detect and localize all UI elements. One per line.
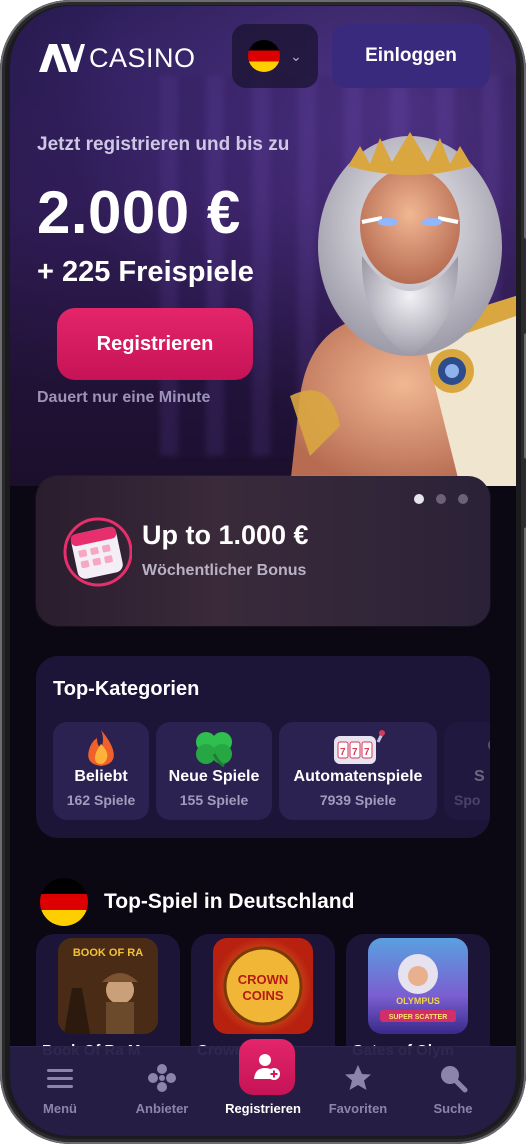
nav-label: Registrieren [225, 1101, 301, 1116]
nav-label: Suche [433, 1101, 473, 1116]
book-of-ra-artwork: BOOK OF RA [58, 938, 158, 1034]
hero-note: Dauert nur eine Minute [37, 389, 211, 406]
carousel-dot[interactable] [414, 494, 424, 504]
svg-text:7: 7 [352, 747, 358, 758]
category-name: Neue Spiele [168, 768, 260, 785]
nav-favorites[interactable]: Favoriten [308, 1047, 408, 1136]
top-categories-title: Top-Kategorien [53, 678, 200, 700]
logo-mark-icon [39, 44, 85, 72]
svg-text:7: 7 [340, 747, 346, 758]
promo-title: Up to 1.000 € [142, 520, 309, 550]
hero-subtitle: Jetzt registrieren und bis zu [37, 134, 290, 155]
slot-machine-icon: 7 7 7 [334, 730, 385, 764]
category-name: Beliebt [74, 768, 128, 785]
carousel-dot[interactable] [458, 494, 468, 504]
category-name: S [474, 768, 485, 785]
add-user-icon [254, 1054, 280, 1080]
nav-menu[interactable]: Menü [10, 1047, 110, 1136]
category-neue-spiele[interactable]: Neue Spiele 155 Spiele [156, 722, 272, 820]
search-icon [441, 1066, 468, 1093]
top-categories-panel: Top-Kategorien Beliebt 162 Spiele Neue S… [36, 656, 490, 838]
nav-register[interactable]: Registrieren [213, 1039, 313, 1136]
promo-card[interactable]: Up to 1.000 € Wöchentlicher Bonus [36, 476, 490, 626]
providers-icon [148, 1064, 176, 1092]
app-screen: CASINO ⌄ Einloggen Jetzt registrieren un… [10, 6, 516, 1136]
nav-label: Anbieter [135, 1101, 189, 1116]
svg-text:COINS: COINS [242, 988, 284, 1003]
category-automatenspiele[interactable]: 7 7 7 Automatenspiele 7939 Spiele [279, 722, 437, 820]
casino-logo[interactable]: CASINO [37, 42, 196, 74]
language-selector[interactable]: ⌄ [232, 24, 318, 88]
nav-providers[interactable]: Anbieter [112, 1047, 212, 1136]
top-games-title: Top-Spiel in Deutschland [104, 890, 355, 913]
login-button[interactable]: Einloggen [332, 24, 490, 88]
category-beliebt[interactable]: Beliebt 162 Spiele [53, 722, 149, 820]
power-button [522, 458, 526, 528]
germany-flag-icon [40, 878, 88, 926]
nav-label: Menü [43, 1101, 77, 1116]
hero-free-spins: + 225 Freispiele [37, 256, 254, 288]
svg-text:CROWN: CROWN [238, 972, 289, 987]
promo-subtitle: Wöchentlicher Bonus [142, 562, 307, 579]
category-name: Automatenspiele [293, 768, 423, 785]
carousel-dot[interactable] [436, 494, 446, 504]
nav-label: Favoriten [328, 1101, 388, 1116]
category-count: 162 Spiele [66, 792, 136, 808]
bottom-navigation: Menü Anbieter Registrieren Favoriten Suc… [10, 1039, 516, 1136]
volume-button [522, 238, 526, 334]
star-icon [345, 1065, 371, 1090]
top-bar: CASINO ⌄ Einloggen [10, 6, 516, 102]
nav-search[interactable]: Suche [403, 1047, 503, 1136]
carousel-dots [414, 494, 468, 504]
zeus-illustration [290, 132, 516, 486]
phone-frame: CASINO ⌄ Einloggen Jetzt registrieren un… [0, 0, 526, 1144]
clover-icon [196, 732, 232, 768]
svg-text:SUPER SCATTER: SUPER SCATTER [389, 1014, 448, 1021]
germany-flag-icon [248, 40, 281, 72]
category-count: Spo [454, 792, 481, 808]
svg-text:BOOK OF RA: BOOK OF RA [73, 947, 143, 959]
game-thumbnail: BOOK OF RA [58, 938, 158, 1034]
chevron-down-icon: ⌄ [290, 47, 302, 64]
menu-icon [47, 1069, 73, 1088]
sport-icon: ● [486, 728, 490, 768]
gates-of-olympus-artwork: OLYMPUS SUPER SCATTER [380, 954, 456, 1022]
svg-text:OLYMPUS: OLYMPUS [396, 996, 440, 1006]
svg-text:7: 7 [364, 747, 370, 758]
register-button[interactable]: Registrieren [57, 308, 253, 380]
hero-banner: CASINO ⌄ Einloggen Jetzt registrieren un… [10, 6, 516, 486]
fire-icon [88, 730, 114, 766]
logo-text: CASINO [89, 42, 196, 73]
category-sport[interactable]: ● S Spo [444, 722, 490, 820]
crown-coins-artwork: CROWN COINS [223, 946, 303, 1026]
game-thumbnail: OLYMPUS SUPER SCATTER [368, 938, 468, 1034]
calendar-icon [63, 517, 132, 587]
category-count: 7939 Spiele [319, 792, 397, 808]
game-thumbnail: CROWN COINS [213, 938, 313, 1034]
category-count: 155 Spiele [179, 792, 249, 808]
hero-amount: 2.000 € [37, 179, 241, 246]
top-games-header: Top-Spiel in Deutschland [40, 878, 354, 926]
